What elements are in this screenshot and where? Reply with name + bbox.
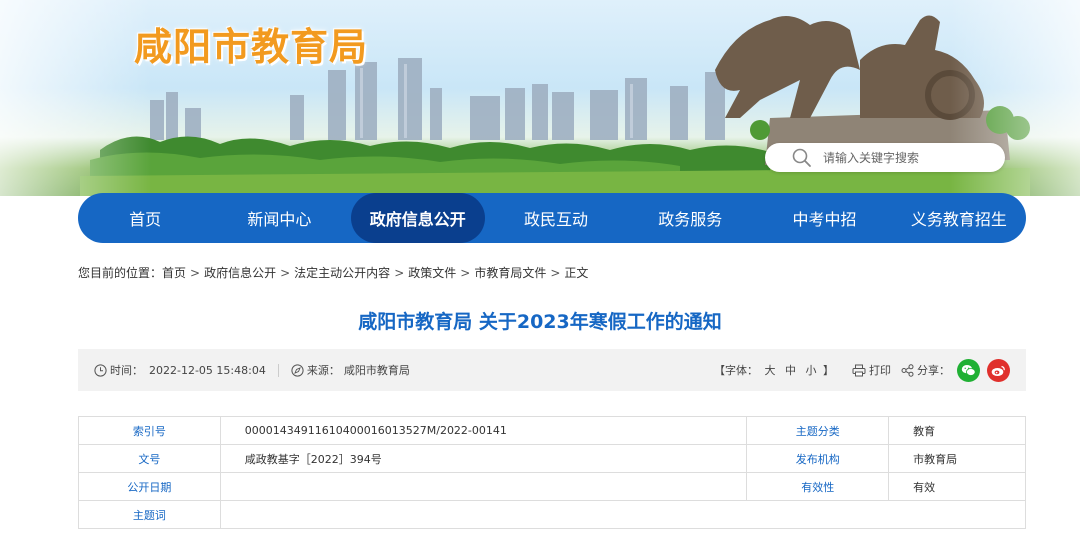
font-small-button[interactable]: 小: [806, 364, 817, 377]
document-number-label: 文号: [78, 444, 221, 473]
search-input[interactable]: [821, 149, 995, 166]
keyword-label: 主题词: [78, 500, 221, 529]
nav-item-home[interactable]: 首页: [78, 193, 212, 243]
publisher-label: 发布机构: [746, 444, 890, 473]
article-meta-bar: 时间： 2022-12-05 15:48:04 来源： 咸阳市教育局 【字体： …: [78, 349, 1026, 391]
search-icon[interactable]: [791, 147, 813, 169]
share-icon: [901, 363, 914, 377]
publish-date-label: 公开日期: [78, 472, 221, 501]
validity-value: 有效: [888, 472, 1026, 501]
font-large-button[interactable]: 大: [765, 364, 776, 377]
share-label: 分享：: [917, 364, 950, 377]
breadcrumb-link-bureau-docs[interactable]: 市教育局文件: [474, 266, 546, 280]
clock-icon: [94, 363, 107, 377]
table-row: 索引号 00001434911610400016013527M/2022-001…: [78, 416, 1026, 445]
search-box[interactable]: [765, 143, 1005, 172]
table-row: 公开日期 有效性 有效: [78, 472, 1026, 501]
font-medium-button[interactable]: 中: [785, 364, 796, 377]
table-row: 主题词: [78, 500, 1027, 529]
index-number-value: 00001434911610400016013527M/2022-00141: [219, 416, 748, 445]
breadcrumb-link-gov-info[interactable]: 政府信息公开: [204, 266, 276, 280]
compass-icon: [291, 363, 304, 377]
article-title: 咸阳市教育局 关于2023年寒假工作的通知: [358, 311, 722, 333]
publish-date-value: [219, 472, 748, 501]
printer-icon: [852, 364, 866, 376]
nav-item-services[interactable]: 政务服务: [623, 193, 757, 243]
breadcrumb-separator: >: [280, 266, 291, 280]
nav-item-news[interactable]: 新闻中心: [212, 193, 346, 243]
breadcrumb-separator: >: [460, 266, 471, 280]
table-row: 文号 咸政教基字［2022］394号 发布机构 市教育局: [78, 444, 1026, 473]
print-button[interactable]: 打印: [852, 362, 891, 378]
main-nav: 首页 新闻中心 政府信息公开 政民互动 政务服务 中考中招 义务教育招生: [78, 193, 1026, 243]
share-group: 分享：: [901, 358, 1010, 382]
breadcrumb-current: 正文: [564, 266, 589, 280]
wechat-share-button[interactable]: [957, 358, 980, 382]
publisher-value: 市教育局: [888, 444, 1026, 473]
weibo-icon: [991, 365, 1005, 376]
topic-category-label: 主题分类: [746, 416, 890, 445]
weibo-share-button[interactable]: [987, 358, 1010, 382]
validity-label: 有效性: [746, 472, 890, 501]
breadcrumb-link-home[interactable]: 首页: [162, 266, 186, 280]
source-value: 咸阳市教育局: [343, 364, 410, 377]
meta-right: 【字体： 大 中 小 】 打印 分享：: [714, 358, 1010, 382]
nav-item-exams[interactable]: 中考中招: [757, 193, 891, 243]
nav-item-gov-info[interactable]: 政府信息公开: [350, 193, 485, 243]
time-label: 时间：: [110, 364, 143, 377]
nav-item-interaction[interactable]: 政民互动: [489, 193, 623, 243]
keyword-value: [219, 500, 1027, 529]
print-label: 打印: [869, 364, 891, 377]
breadcrumb-link-policy[interactable]: 政策文件: [408, 266, 456, 280]
document-number-value: 咸政教基字［2022］394号: [219, 444, 748, 473]
source-label: 来源：: [306, 364, 340, 377]
breadcrumb-separator: >: [550, 266, 561, 280]
breadcrumb: 您目前的位置：首页 > 政府信息公开 > 法定主动公开内容 > 政策文件 > 市教育局文件 > 正文: [78, 264, 588, 281]
meta-left: 时间： 2022-12-05 15:48:04 来源： 咸阳市教育局: [94, 362, 410, 378]
font-size-control: 【字体： 大 中 小 】: [714, 362, 834, 378]
font-label: 【字体：: [714, 364, 758, 377]
header-banner: 咸阳市教育局: [0, 0, 1080, 196]
font-close-bracket: 】: [823, 364, 834, 377]
breadcrumb-prefix: 您目前的位置：: [78, 266, 163, 280]
time-value: 2022-12-05 15:48:04: [149, 363, 266, 377]
nav-item-enrollment[interactable]: 义务教育招生: [892, 193, 1026, 243]
wechat-icon: [961, 364, 976, 376]
index-number-label: 索引号: [78, 416, 221, 445]
topic-category-value: 教育: [888, 416, 1026, 445]
meta-divider: [277, 363, 279, 377]
document-info-table: 索引号 00001434911610400016013527M/2022-001…: [78, 416, 1027, 529]
breadcrumb-separator: >: [190, 266, 201, 280]
site-title: 咸阳市教育局: [134, 25, 369, 69]
breadcrumb-link-statutory[interactable]: 法定主动公开内容: [294, 266, 390, 280]
breadcrumb-separator: >: [394, 266, 405, 280]
